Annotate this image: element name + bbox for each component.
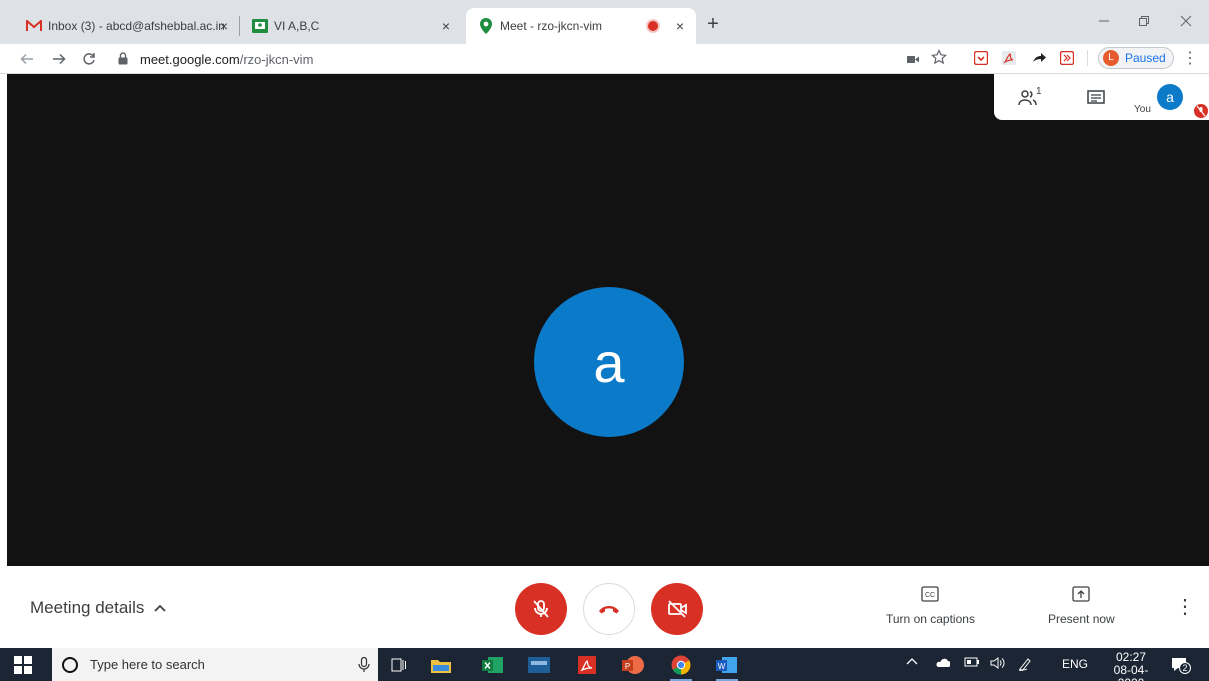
- address-bar[interactable]: meet.google.com/rzo-jkcn-vim: [110, 48, 890, 70]
- browser-menu-icon[interactable]: ⋮: [1182, 50, 1198, 68]
- tab-title: VI A,B,C: [274, 19, 320, 33]
- stage-left-border: [0, 74, 7, 566]
- profile-status: Paused: [1125, 51, 1166, 65]
- tab-title: Meet - rzo-jkcn-vim: [500, 19, 603, 33]
- classroom-icon: [252, 18, 268, 34]
- camera-off-icon: [668, 600, 687, 618]
- toolbar-divider: [1087, 50, 1088, 66]
- chrome-icon[interactable]: [668, 652, 694, 681]
- acrobat-extension-icon[interactable]: [1000, 49, 1018, 67]
- restore-button[interactable]: [1124, 8, 1164, 34]
- reload-icon: [83, 53, 95, 65]
- more-options-icon[interactable]: ⋮: [1175, 596, 1195, 618]
- leave-call-button[interactable]: [583, 583, 635, 635]
- camera-in-use-icon[interactable]: [904, 50, 922, 68]
- tab-meet[interactable]: Meet - rzo-jkcn-vim ×: [466, 8, 696, 44]
- meeting-details-label: Meeting details: [30, 598, 145, 617]
- lock-icon: [118, 52, 132, 66]
- captions-button[interactable]: CC Turn on captions: [886, 586, 975, 626]
- participant-avatar: a: [534, 287, 684, 437]
- excel-icon[interactable]: [480, 652, 506, 678]
- svg-text:CC: CC: [925, 592, 935, 599]
- chevron-up-icon: [152, 600, 168, 616]
- gmail-icon: [26, 18, 42, 34]
- taskbar-search[interactable]: Type here to search: [52, 648, 378, 681]
- self-avatar[interactable]: a: [1157, 84, 1183, 110]
- present-now-button[interactable]: Present now: [1048, 586, 1115, 626]
- volume-icon[interactable]: [990, 657, 1006, 669]
- forward-arrow-icon: [53, 53, 66, 65]
- language-indicator[interactable]: ENG: [1062, 657, 1088, 671]
- search-placeholder: Type here to search: [90, 657, 205, 672]
- bookmark-star-icon[interactable]: [930, 48, 948, 66]
- minimize-button[interactable]: [1084, 8, 1124, 34]
- mic-off-icon: [533, 600, 549, 618]
- file-explorer-icon[interactable]: [428, 652, 454, 678]
- present-label: Present now: [1048, 612, 1115, 626]
- tab-gmail-inbox[interactable]: Inbox (3) - abcd@afshebbal.ac.in ×: [14, 8, 240, 44]
- muted-badge-icon: [1194, 104, 1208, 118]
- onedrive-icon[interactable]: [934, 658, 950, 668]
- tab-close-icon[interactable]: ×: [438, 18, 454, 34]
- close-window-button[interactable]: [1166, 8, 1206, 34]
- people-count: 1: [1036, 86, 1042, 97]
- new-tab-button[interactable]: +: [700, 12, 726, 38]
- tab-close-icon[interactable]: ×: [216, 18, 232, 34]
- restore-icon: [1139, 16, 1149, 26]
- taskbar-clock[interactable]: 02:27 08-04-2020: [1105, 651, 1157, 681]
- url-path: /rzo-jkcn-vim: [239, 51, 314, 67]
- recording-indicator-icon: [648, 21, 658, 31]
- action-center-icon[interactable]: 2: [1170, 655, 1191, 675]
- svg-text:P: P: [625, 662, 630, 671]
- tab-title: Inbox (3) - abcd@afshebbal.ac.in: [48, 19, 224, 33]
- back-arrow-icon: [20, 53, 33, 65]
- mysql-icon[interactable]: [526, 652, 552, 678]
- microphone-icon[interactable]: [358, 656, 370, 673]
- acrobat-icon[interactable]: [574, 652, 600, 678]
- captions-icon: CC: [921, 586, 940, 604]
- close-icon: [1180, 15, 1192, 27]
- forward-button[interactable]: [48, 48, 70, 70]
- tab-classroom[interactable]: VI A,B,C ×: [240, 8, 466, 44]
- profile-avatar: L: [1103, 50, 1119, 66]
- present-screen-icon: [1072, 586, 1090, 604]
- svg-text:W: W: [718, 662, 726, 671]
- chat-icon: [1087, 90, 1105, 104]
- meet-icon: [478, 18, 494, 34]
- task-view-icon[interactable]: [386, 652, 412, 678]
- turn-off-camera-button[interactable]: [651, 583, 703, 635]
- notification-count: 2: [1179, 662, 1191, 674]
- windows-start-icon[interactable]: [14, 656, 32, 674]
- clock-date: 08-04-2020: [1113, 663, 1149, 681]
- minimize-icon: [1099, 20, 1109, 22]
- tab-close-icon[interactable]: ×: [672, 18, 688, 34]
- self-label: You: [1134, 104, 1151, 115]
- pen-workspace-icon[interactable]: [1018, 657, 1032, 671]
- tray-expand-icon[interactable]: [906, 657, 918, 665]
- share-arrow-icon[interactable]: [1030, 49, 1048, 67]
- back-button[interactable]: [16, 48, 38, 70]
- hang-up-icon: [599, 606, 619, 614]
- windows-taskbar: Type here to search P W ENG 02:27 08-04-…: [0, 648, 1209, 681]
- pocket-extension-icon[interactable]: [972, 49, 990, 67]
- chat-button[interactable]: [1084, 86, 1108, 110]
- powerpoint-icon[interactable]: P: [620, 652, 646, 678]
- profile-button[interactable]: L Paused: [1098, 47, 1174, 69]
- people-icon: [1018, 90, 1037, 106]
- screencast-extension-icon[interactable]: [1058, 49, 1076, 67]
- meeting-details-button[interactable]: Meeting details: [30, 598, 168, 618]
- captions-label: Turn on captions: [886, 612, 975, 626]
- reload-button[interactable]: [78, 48, 100, 70]
- cortana-icon: [62, 656, 78, 673]
- word-icon[interactable]: W: [714, 652, 740, 681]
- mute-microphone-button[interactable]: [515, 583, 567, 635]
- url-host: meet.google.com: [140, 51, 240, 67]
- battery-icon[interactable]: [964, 657, 980, 667]
